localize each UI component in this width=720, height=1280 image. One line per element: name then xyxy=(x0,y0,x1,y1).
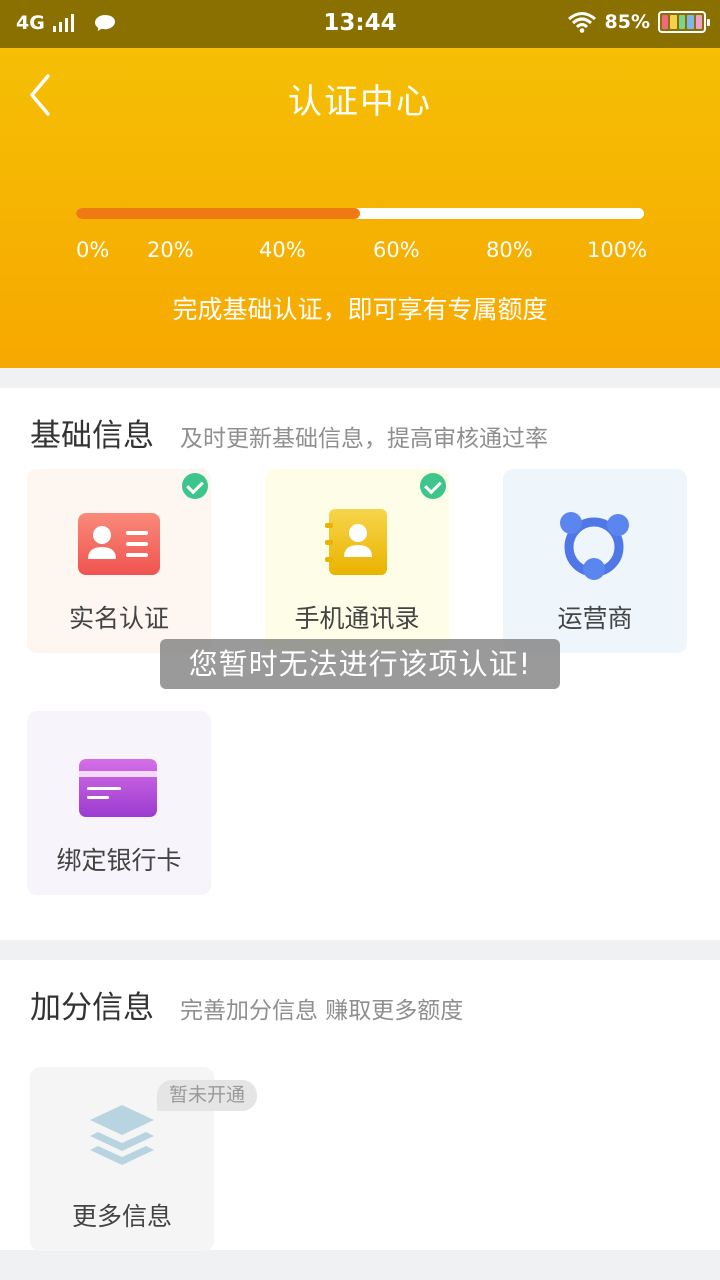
section-title: 基础信息 xyxy=(30,418,154,454)
card-label: 实名认证 xyxy=(68,604,169,633)
verified-check-icon xyxy=(420,473,446,499)
section-subtitle: 完善加分信息 赚取更多额度 xyxy=(180,998,464,1024)
tick-label: 60% xyxy=(373,238,420,262)
layers-icon xyxy=(90,1105,154,1165)
not-available-badge: 暂未开通 xyxy=(157,1080,257,1111)
basic-info-header: 基础信息 及时更新基础信息，提高审核通过率 xyxy=(30,410,548,455)
battery-icon xyxy=(658,11,710,33)
progress-bar xyxy=(76,208,644,219)
status-right: 85% xyxy=(567,11,710,33)
card-bank[interactable]: 绑定银行卡 xyxy=(27,711,211,895)
card-carrier[interactable]: 运营商 xyxy=(503,469,687,653)
header: 认证中心 0% 20% 40% 60% 80% 100% 完成基础认证，即可享有… xyxy=(0,48,720,368)
page-title: 认证中心 xyxy=(288,82,432,122)
tick-label: 100% xyxy=(587,238,648,262)
card-label: 手机通讯录 xyxy=(294,604,420,633)
toast-message: 您暂时无法进行该项认证! xyxy=(160,639,560,689)
contacts-book-icon xyxy=(325,509,387,575)
bonus-info-header: 加分信息 完善加分信息 赚取更多额度 xyxy=(30,982,463,1027)
bonus-info-section: 加分信息 完善加分信息 赚取更多额度 更多信息 xyxy=(0,960,720,1251)
tick-label: 20% xyxy=(147,238,194,262)
progress-fill xyxy=(76,208,360,219)
status-bar: 4G 13:44 85% xyxy=(0,0,720,48)
card-real-name[interactable]: 实名认证 xyxy=(27,469,211,653)
card-label: 绑定银行卡 xyxy=(56,846,182,875)
carrier-network-icon xyxy=(560,512,629,580)
tick-label: 80% xyxy=(486,238,533,262)
wifi-icon xyxy=(567,12,596,33)
battery-percent: 85% xyxy=(604,11,650,33)
bank-card-icon xyxy=(79,759,157,817)
card-label: 运营商 xyxy=(557,604,633,633)
card-label: 更多信息 xyxy=(71,1202,172,1231)
id-card-icon xyxy=(78,513,160,575)
verified-check-icon xyxy=(182,473,208,499)
section-subtitle: 及时更新基础信息，提高审核通过率 xyxy=(180,426,548,452)
section-title: 加分信息 xyxy=(30,990,154,1026)
tick-label: 0% xyxy=(76,238,110,262)
progress-hint: 完成基础认证，即可享有专属额度 xyxy=(172,295,548,324)
tick-label: 40% xyxy=(259,238,306,262)
card-contacts[interactable]: 手机通讯录 xyxy=(265,469,449,653)
